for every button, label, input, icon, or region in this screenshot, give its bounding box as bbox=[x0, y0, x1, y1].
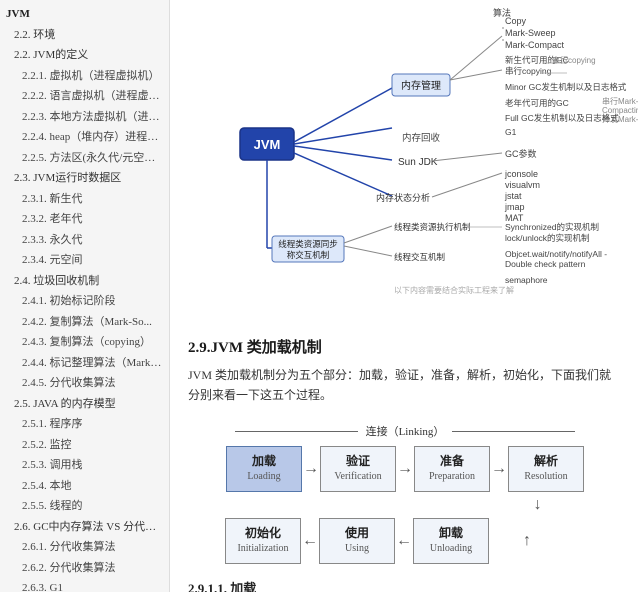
sidebar-item-7[interactable]: 2.2.5. 方法区(永久代/元空间... bbox=[0, 148, 169, 169]
svg-text:Mark-Sweep: Mark-Sweep bbox=[505, 28, 556, 38]
sidebar-item-26[interactable]: 2.6.1. 分代收集算法 bbox=[0, 537, 169, 558]
sidebar-item-10[interactable]: 2.3.2. 老年代 bbox=[0, 209, 169, 230]
svg-text:Objcet.wait/notify/notifyAll -: Objcet.wait/notify/notifyAll - bbox=[505, 249, 607, 259]
intro-text: JVM 类加载机制分为五个部分：加载，验证，准备，解析，初始化，下面我们就分别来… bbox=[188, 365, 622, 406]
arrow-5: ← bbox=[302, 532, 318, 550]
sidebar-item-22[interactable]: 2.5.3. 调用栈 bbox=[0, 455, 169, 476]
down-arrow-resolution: ↓ bbox=[500, 496, 575, 514]
sidebar-item-19[interactable]: 2.5. JAVA 的内存模型 bbox=[0, 394, 169, 415]
sidebar-item-18[interactable]: 2.4.5. 分代收集算法 bbox=[0, 373, 169, 394]
sidebar-item-9[interactable]: 2.3.1. 新生代 bbox=[0, 189, 169, 210]
svg-text:lock/unlock的实现机制: lock/unlock的实现机制 bbox=[505, 233, 590, 243]
arrow-1: → bbox=[303, 460, 319, 478]
sidebar-item-17[interactable]: 2.4.4. 标记整理算法（Mark-C... bbox=[0, 353, 169, 374]
svg-text:内存管理: 内存管理 bbox=[401, 79, 441, 92]
box-initialization: 初始化 Initialization bbox=[225, 518, 301, 564]
up-arrow-unloading: ↑ bbox=[489, 532, 565, 550]
sidebar-item-8[interactable]: 2.3. JVM运行时数据区 bbox=[0, 168, 169, 189]
sidebar-item-0[interactable]: JVM bbox=[0, 4, 169, 25]
mindmap-container: JVM 内存管理 内存回收 Copy Mark-Sweep Mark-Compa… bbox=[170, 0, 640, 322]
sidebar-item-27[interactable]: 2.6.2. 分代收集算法 bbox=[0, 558, 169, 579]
sidebar-item-15[interactable]: 2.4.2. 复制算法（Mark-So... bbox=[0, 312, 169, 333]
svg-text:semaphore: semaphore bbox=[505, 275, 548, 285]
sidebar-item-20[interactable]: 2.5.1. 程序序 bbox=[0, 414, 169, 435]
svg-text:线程类资源执行机制: 线程类资源执行机制 bbox=[394, 222, 471, 232]
svg-text:线程类资源同步: 线程类资源同步 bbox=[278, 239, 338, 249]
svg-text:以下内容需要结合实际工程来了解: 以下内容需要结合实际工程来了解 bbox=[394, 285, 514, 295]
arrow-3: → bbox=[491, 460, 507, 478]
sidebar-item-13[interactable]: 2.4. 垃圾回收机制 bbox=[0, 271, 169, 292]
svg-text:内存状态分析: 内存状态分析 bbox=[376, 192, 430, 203]
svg-text:称交互机制: 称交互机制 bbox=[287, 250, 330, 260]
svg-text:Full GC发生机制以及日志格式: Full GC发生机制以及日志格式 bbox=[505, 113, 619, 123]
sidebar-item-3[interactable]: 2.2.1. 虚拟机（进程虚拟机） bbox=[0, 66, 169, 87]
sidebar-item-23[interactable]: 2.5.4. 本地 bbox=[0, 476, 169, 497]
box-preparation: 准备 Preparation bbox=[414, 446, 490, 492]
arrow-2: → bbox=[397, 460, 413, 478]
sidebar-item-6[interactable]: 2.2.4. heap（堆内存）进程虚拟... bbox=[0, 127, 169, 148]
svg-text:Sun JDK: Sun JDK bbox=[398, 157, 438, 168]
sidebar-item-1[interactable]: 2.2. 环境 bbox=[0, 25, 169, 46]
sidebar-item-25[interactable]: 2.6. GC中内存算法 VS 分代收集... bbox=[0, 517, 169, 538]
box-unloading: 卸载 Unloading bbox=[413, 518, 489, 564]
sidebar-item-5[interactable]: 2.2.3. 本地方法虚拟机（进程... bbox=[0, 107, 169, 128]
box-using: 使用 Using bbox=[319, 518, 395, 564]
svg-text:Minor GC发生机制以及日志格式: Minor GC发生机制以及日志格式 bbox=[505, 82, 627, 92]
linking-label: 连接（Linking） bbox=[358, 423, 453, 439]
svg-text:GC参数: GC参数 bbox=[505, 148, 537, 159]
svg-text:内存回收: 内存回收 bbox=[402, 132, 441, 144]
box-verification: 验证 Verification bbox=[320, 446, 396, 492]
down-arrow-loading bbox=[235, 496, 310, 514]
sidebar-item-16[interactable]: 2.4.3. 复制算法（copying） bbox=[0, 332, 169, 353]
sidebar-item-12[interactable]: 2.3.4. 元空间 bbox=[0, 250, 169, 271]
svg-text:串行copying: 串行copying bbox=[505, 66, 552, 76]
subsection-title: 2.9.1.1. 加载 bbox=[188, 578, 622, 592]
sidebar-item-24[interactable]: 2.5.5. 线程的 bbox=[0, 496, 169, 517]
sidebar-item-11[interactable]: 2.3.3. 永久代 bbox=[0, 230, 169, 251]
mindmap-svg: JVM 内存管理 内存回收 Copy Mark-Sweep Mark-Compa… bbox=[172, 8, 638, 318]
svg-text:老年代可用的GC: 老年代可用的GC bbox=[505, 98, 569, 108]
main-content: JVM 内存管理 内存回收 Copy Mark-Sweep Mark-Compa… bbox=[170, 0, 640, 592]
sidebar: JVM2.2. 环境2.2. JVM的定义2.2.1. 虚拟机（进程虚拟机）2.… bbox=[0, 0, 170, 592]
svg-text:jstat: jstat bbox=[504, 191, 522, 201]
content-area: 2.9.JVM 类加载机制 JVM 类加载机制分为五个部分：加载，验证，准备，解… bbox=[170, 322, 640, 592]
loading-diagram: 连接（Linking） 加载 Loading → 验证 Verification… bbox=[188, 414, 622, 572]
svg-text:线程交互机制: 线程交互机制 bbox=[394, 252, 445, 262]
arrow-4: ← bbox=[396, 532, 412, 550]
svg-text:串行copying: 串行copying bbox=[552, 55, 596, 65]
sidebar-item-4[interactable]: 2.2.2. 语言虚拟机（进程虚拟... bbox=[0, 86, 169, 107]
svg-text:Synchronized的实现机制: Synchronized的实现机制 bbox=[505, 222, 599, 232]
box-resolution: 解析 Resolution bbox=[508, 446, 584, 492]
svg-text:Mark-Compact: Mark-Compact bbox=[505, 40, 565, 50]
boxes-row-1: 加载 Loading → 验证 Verification → 准备 Prepar… bbox=[225, 446, 585, 492]
box-loading: 加载 Loading bbox=[226, 446, 302, 492]
svg-text:串行Mark-Sweep-Compact: 串行Mark-Sweep-Compact bbox=[602, 96, 638, 106]
sidebar-item-28[interactable]: 2.6.3. G1 bbox=[0, 578, 169, 592]
svg-text:jmap: jmap bbox=[504, 202, 525, 212]
sidebar-item-14[interactable]: 2.4.1. 初始标记阶段 bbox=[0, 291, 169, 312]
svg-text:visualvm: visualvm bbox=[505, 180, 540, 190]
svg-text:JVM: JVM bbox=[254, 137, 281, 152]
svg-text:jconsole: jconsole bbox=[504, 169, 538, 179]
section-title: 2.9.JVM 类加载机制 bbox=[188, 336, 622, 357]
svg-text:G1: G1 bbox=[505, 127, 517, 137]
sidebar-item-2[interactable]: 2.2. JVM的定义 bbox=[0, 45, 169, 66]
arrow-row: ↓ bbox=[235, 496, 575, 514]
sidebar-item-21[interactable]: 2.5.2. 监控 bbox=[0, 435, 169, 456]
svg-text:Double check pattern: Double check pattern bbox=[505, 259, 586, 269]
boxes-row-2: ↑ 卸载 Unloading ← 使用 Using ← 初始化 Initiali… bbox=[225, 518, 585, 564]
